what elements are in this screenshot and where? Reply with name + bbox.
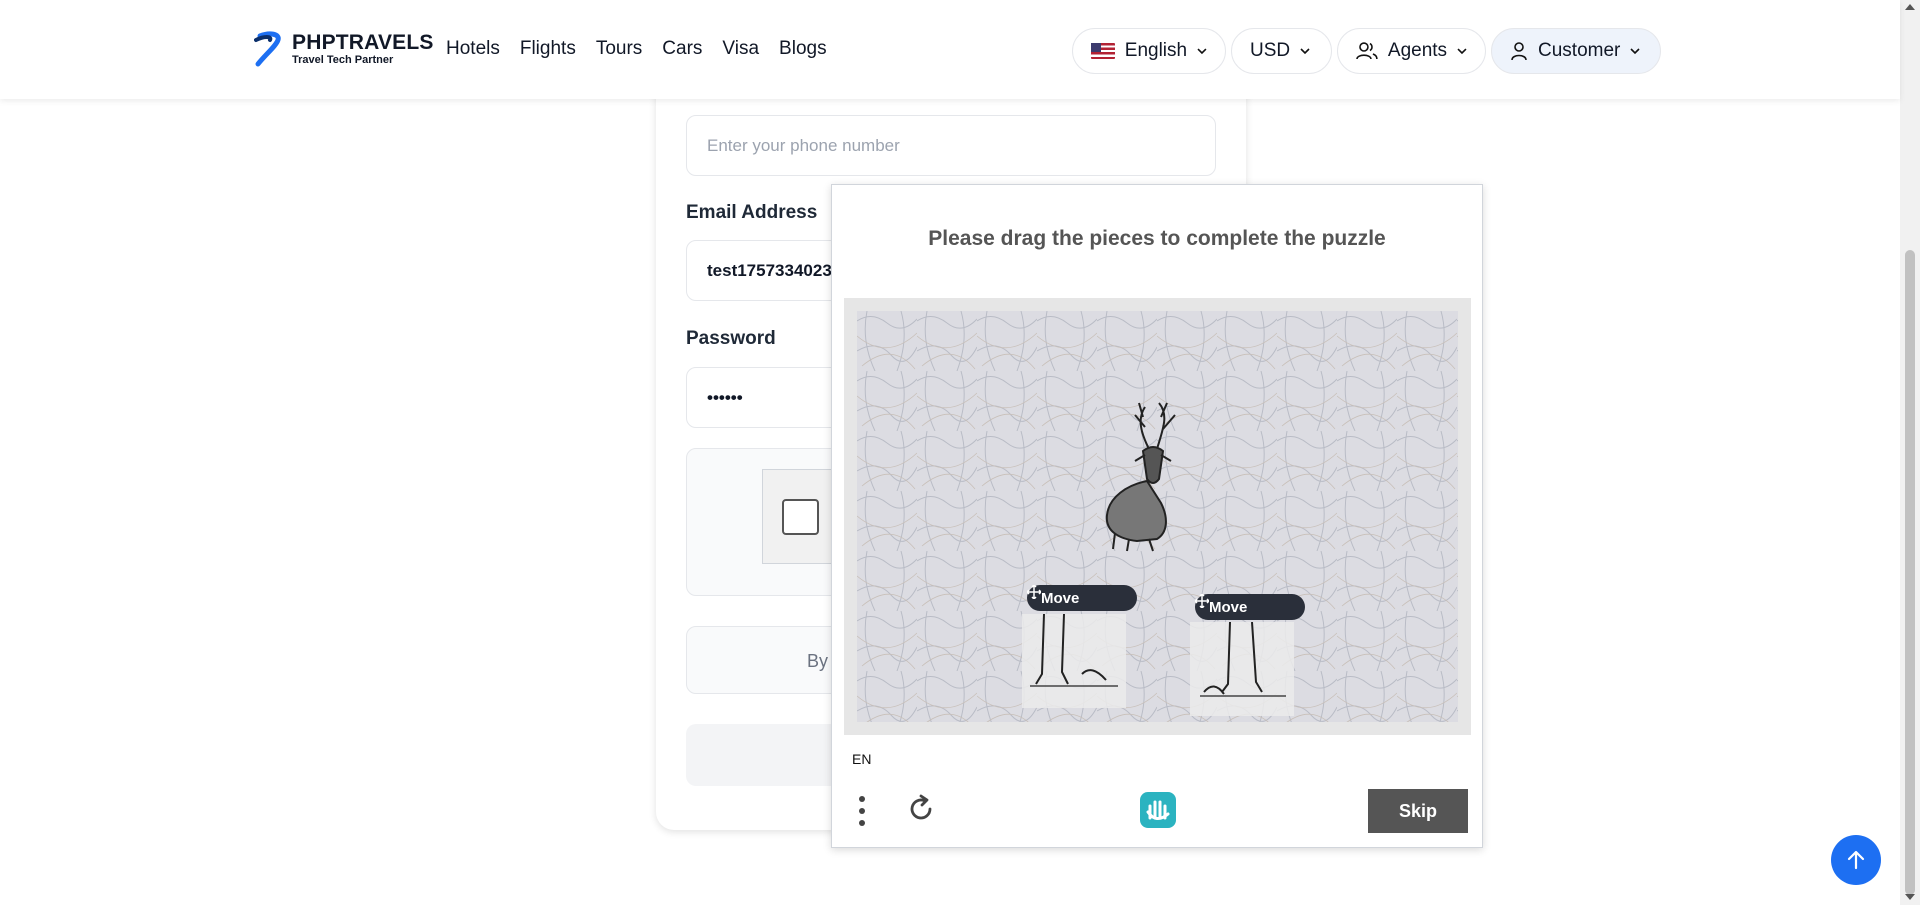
logo-mark-icon [254,31,281,67]
move-label-2: Move [1209,598,1248,616]
puzzle-title: Please drag the pieces to complete the p… [928,227,1386,250]
move-button-2[interactable]: Move [1195,594,1305,620]
chevron-down-icon [1300,48,1310,55]
nav-flights[interactable]: Flights [520,38,576,60]
nav-tours[interactable]: Tours [596,38,642,60]
chevron-down-icon [1457,48,1467,55]
puzzle-frame: Move Move [844,298,1471,735]
puzzle-challenge: Please drag the pieces to complete the p… [831,184,1483,848]
language-label: English [1124,40,1188,61]
users-icon [1356,42,1378,60]
brand-logo[interactable]: PHPTRAVELS Travel Tech Partner [254,30,434,68]
deer-legs-piece-icon [1200,622,1286,697]
move-button-1[interactable]: Move [1027,585,1137,611]
nav-cars[interactable]: Cars [662,38,702,60]
agents-label: Agents [1387,40,1448,61]
agents-menu[interactable]: Agents [1337,28,1486,74]
puzzle-image: Move Move [857,311,1458,722]
customer-label: Customer [1538,40,1621,61]
main-nav: Hotels Flights Tours Cars Visa Blogs [446,38,827,60]
back-to-top-button[interactable] [1831,835,1881,885]
deer-legs-piece-icon [1030,614,1118,687]
terms-text: By [807,651,829,671]
language-code[interactable]: EN [852,751,871,767]
us-flag-icon [1091,43,1115,59]
puzzle-piece-1[interactable] [1022,614,1126,708]
refresh-icon[interactable] [906,794,936,824]
nav-visa[interactable]: Visa [722,38,759,60]
user-icon [1511,42,1527,61]
brand-name: PHPTRAVELS [292,30,434,54]
move-arrows-icon [1027,585,1041,599]
arrow-up-icon [1847,850,1865,870]
move-label-1: Move [1041,589,1080,607]
customer-menu[interactable]: Customer [1491,28,1661,74]
brand-tagline: Travel Tech Partner [292,53,394,66]
nav-blogs[interactable]: Blogs [779,38,827,60]
hand-brand-icon [1140,792,1176,828]
captcha-checkbox[interactable] [782,499,819,535]
currency-label: USD [1250,40,1291,61]
scroll-up-arrow-icon[interactable] [1905,4,1915,10]
nav-hotels[interactable]: Hotels [446,38,500,60]
deer-sketch-image [857,311,1458,722]
menu-dots-icon[interactable] [858,795,866,827]
move-arrows-icon [1195,594,1209,608]
email-label: Email Address [686,202,818,223]
password-label: Password [686,328,776,349]
scroll-down-arrow-icon[interactable] [1905,894,1915,900]
page-scrollbar[interactable] [1900,0,1920,905]
skip-button[interactable]: Skip [1368,789,1468,833]
language-selector[interactable]: English [1072,28,1226,74]
site-header: PHPTRAVELS Travel Tech Partner Hotels Fl… [0,0,1900,99]
currency-selector[interactable]: USD [1231,28,1332,74]
puzzle-piece-2[interactable] [1190,622,1294,716]
chevron-down-icon [1197,48,1207,55]
scroll-thumb[interactable] [1905,250,1915,895]
chevron-down-icon [1630,48,1640,55]
phone-field[interactable]: Enter your phone number [686,115,1216,176]
